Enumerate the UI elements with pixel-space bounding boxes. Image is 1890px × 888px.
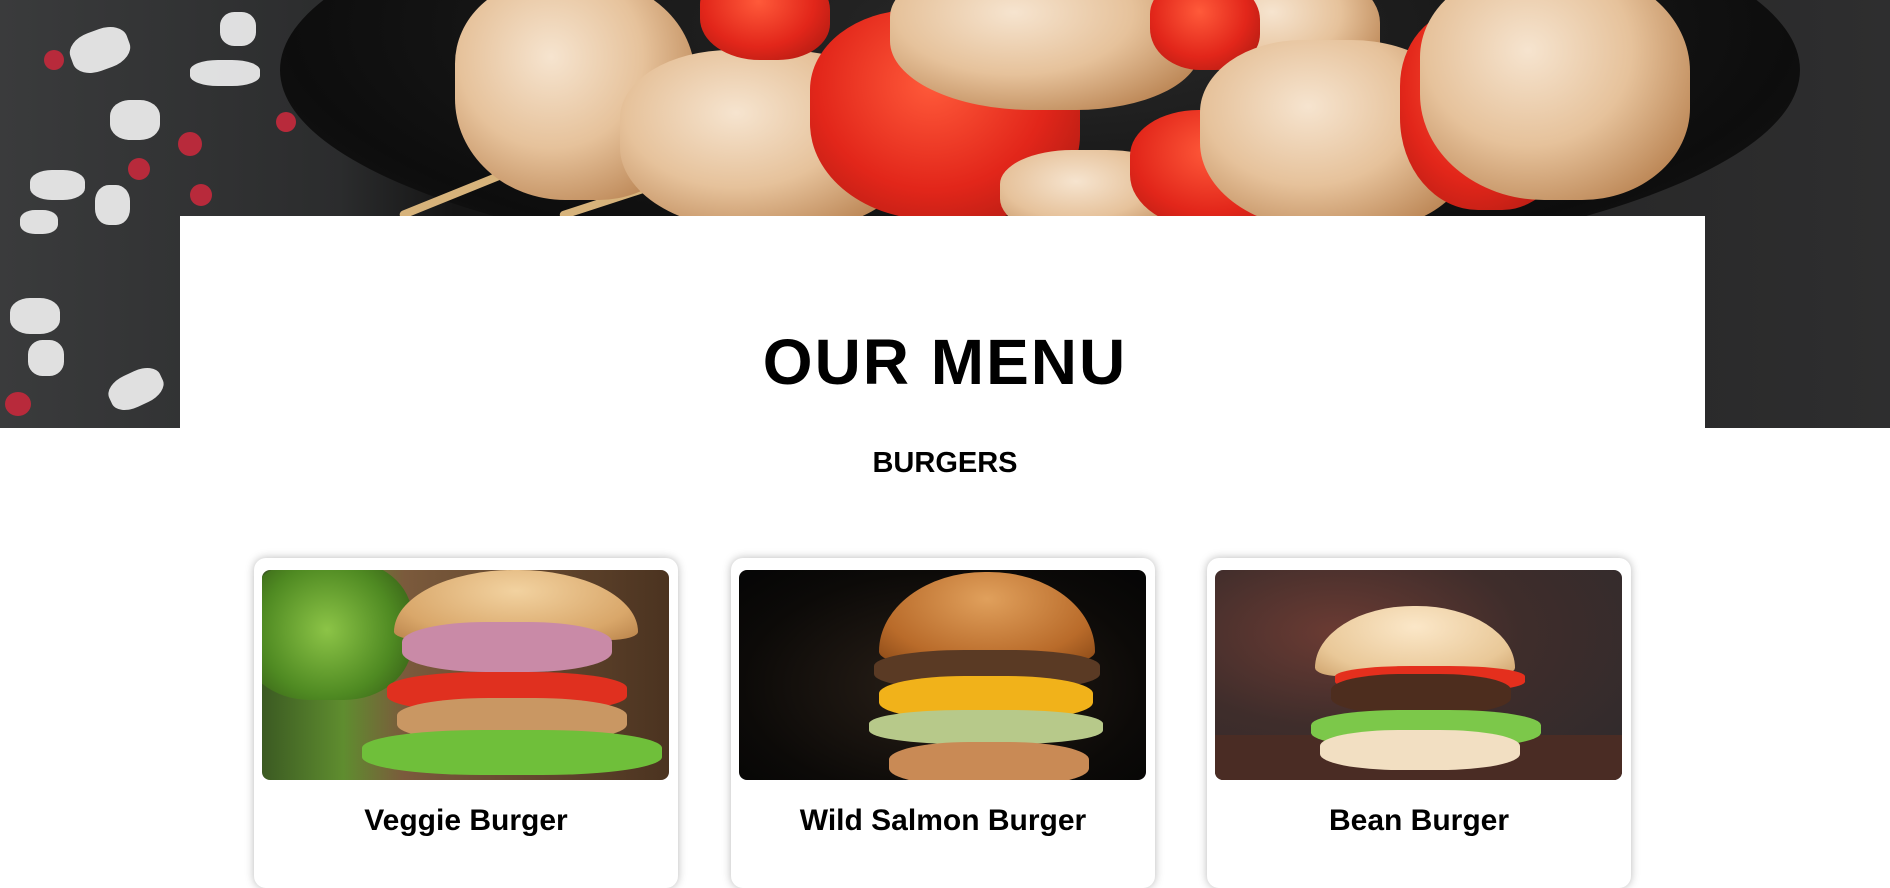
menu-item-name: Bean Burger: [1328, 804, 1510, 837]
section-heading-burgers: BURGERS: [872, 447, 1018, 479]
menu-card-veggie-burger[interactable]: Veggie Burger: [254, 558, 678, 888]
bean-burger-image: [1215, 570, 1622, 780]
page-title: OUR MENU: [762, 326, 1128, 398]
menu-item-name: Veggie Burger: [364, 804, 568, 837]
menu-card-bean-burger[interactable]: Bean Burger: [1207, 558, 1631, 888]
menu-card-wild-salmon-burger[interactable]: Wild Salmon Burger: [731, 558, 1155, 888]
menu-item-name: Wild Salmon Burger: [799, 804, 1087, 837]
wild-salmon-burger-image: [739, 570, 1146, 780]
veggie-burger-image: [262, 570, 669, 780]
